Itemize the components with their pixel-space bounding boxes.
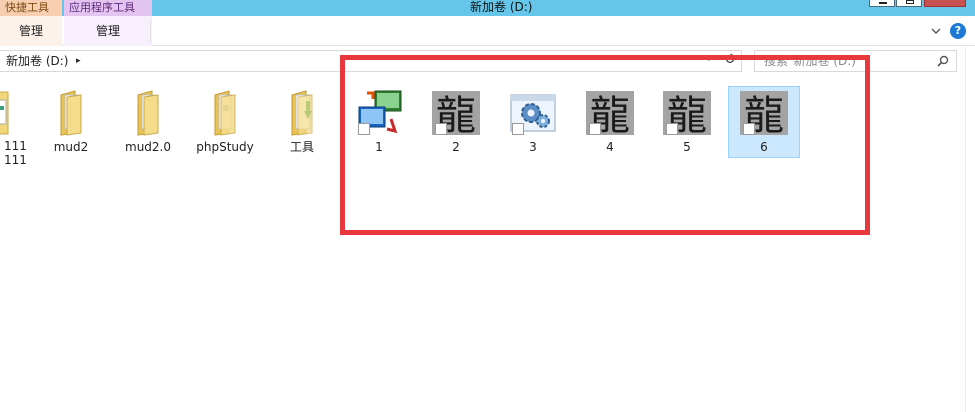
window-title: 新加卷 (D:) — [470, 0, 533, 14]
folder-item-mud2-0[interactable]: mud2.0 — [112, 86, 184, 158]
context-tab-application-tools[interactable]: 应用程序工具 — [64, 0, 152, 16]
help-icon[interactable]: ? — [950, 23, 966, 39]
folder-icon — [60, 90, 82, 136]
folder-icon — [137, 90, 159, 136]
folder-icon — [291, 90, 313, 136]
minimize-icon — [879, 0, 887, 4]
folder-item-mud2[interactable]: mud2 — [35, 86, 107, 158]
file-label: phpStudy — [196, 140, 254, 154]
breadcrumb-arrow-icon[interactable]: ▸ — [76, 51, 81, 71]
folder-icon — [0, 91, 9, 135]
folder-item-tools[interactable]: 工具 — [266, 86, 338, 158]
highlight-annotation-box — [340, 55, 870, 235]
file-label: mud2 — [53, 140, 89, 154]
close-icon — [934, 0, 942, 4]
context-tab-shortcut-tools[interactable]: 快捷工具 — [0, 0, 62, 16]
maximize-button[interactable] — [896, 0, 922, 7]
file-label: 111 111 — [4, 139, 27, 167]
ribbon-divider — [150, 20, 151, 42]
breadcrumb[interactable]: 新加卷 (D:) — [6, 51, 68, 71]
search-icon[interactable] — [937, 55, 949, 67]
tab-manage-application[interactable]: 管理 — [64, 16, 152, 46]
minimize-button[interactable] — [869, 0, 895, 7]
scrollbar-strip[interactable] — [965, 46, 975, 412]
tab-manage-shortcut[interactable]: 管理 — [0, 16, 62, 46]
close-button[interactable] — [924, 0, 966, 7]
file-label: 工具 — [289, 140, 314, 154]
folder-icon — [214, 90, 236, 136]
ribbon: 管理 管理 ? — [0, 16, 975, 46]
chevron-down-icon[interactable] — [930, 25, 942, 37]
folder-item-phpstudy[interactable]: phpStudy — [189, 86, 261, 158]
title-bar: 快捷工具 应用程序工具 新加卷 (D:) — [0, 0, 975, 16]
restore-icon — [906, 0, 914, 4]
file-label: mud2.0 — [125, 140, 171, 154]
folder-item-partial[interactable]: 111 111 — [0, 86, 30, 176]
